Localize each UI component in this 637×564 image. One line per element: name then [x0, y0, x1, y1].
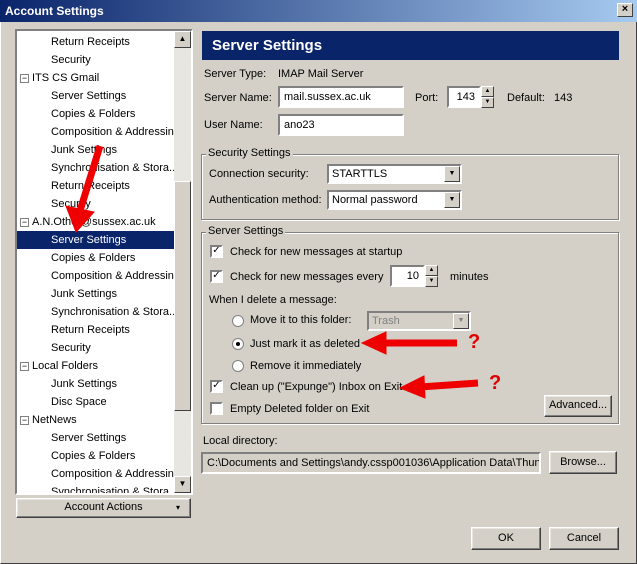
annotation-arrow-mark — [360, 331, 457, 355]
annotation-arrow-cleanup — [398, 375, 479, 399]
annotation-question-mark: ? — [468, 331, 481, 353]
annotation-overlay — [65, 144, 479, 399]
annotation-arrow-tree — [65, 144, 104, 233]
annotation-question-mark: ? — [489, 372, 502, 394]
